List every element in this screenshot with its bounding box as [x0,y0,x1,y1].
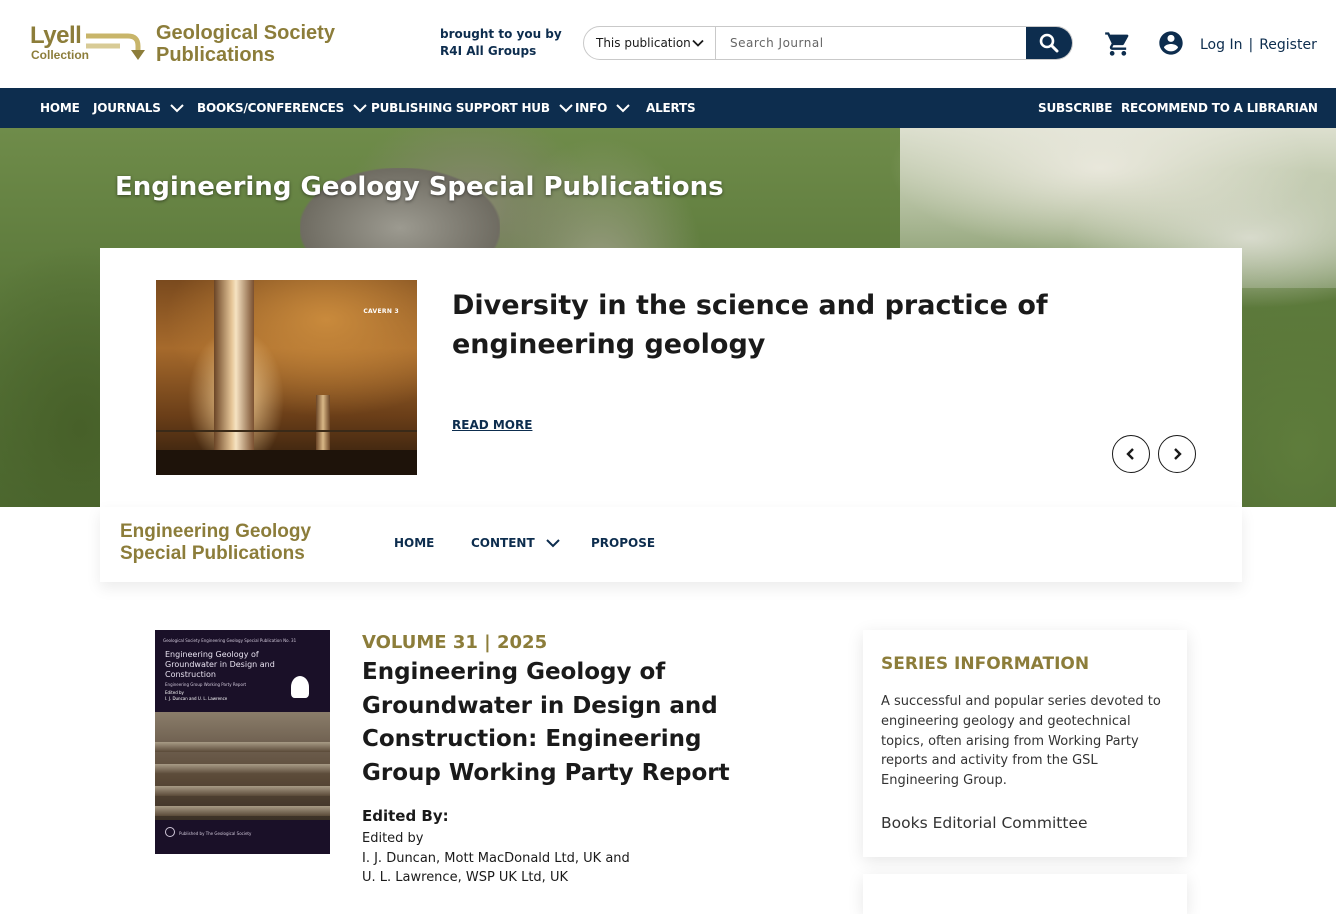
edited-by-details: Edited by I. J. Duncan, Mott MacDonald L… [362,829,630,888]
featured-article-image[interactable]: CAVERN 3 [156,280,417,475]
series-subnav: Engineering Geology Special Publications… [100,507,1242,582]
cover-editors: Edited by I. J. Duncan and U. L. Lawrenc… [165,690,227,702]
nav-publishing-support-hub[interactable]: PUBLISHING SUPPORT HUB [371,88,574,128]
hero-title: Engineering Geology Special Publications [115,172,724,202]
cover-pipe [155,742,330,752]
volume-title[interactable]: Engineering Geology of Groundwater in De… [362,656,782,790]
chevron-down-icon [353,104,367,113]
cart-icon[interactable] [1104,30,1132,58]
edited-line: Edited by [362,831,424,846]
cover-photo [155,712,330,820]
main-navbar: HOME JOURNALS BOOKS/CONFERENCES PUBLISHI… [0,88,1336,128]
chevron-left-icon [1126,448,1134,460]
series-information-card: SERIES INFORMATION A successful and popu… [863,630,1187,857]
chevron-down-icon [559,104,573,113]
auth-separator: | [1248,37,1254,53]
subnav-content-label: CONTENT [471,536,535,550]
nav-publishing-label: PUBLISHING SUPPORT HUB [371,101,550,115]
volume-cover-image[interactable]: Geological Society Engineering Geology S… [155,630,330,854]
chevron-down-icon [692,39,704,47]
nav-books-conferences[interactable]: BOOKS/CONFERENCES [197,88,368,128]
image-pillar-small [316,395,330,455]
nav-books-label: BOOKS/CONFERENCES [197,101,345,115]
nav-alerts-label: ALERTS [646,101,696,115]
search-icon [1039,33,1059,53]
subnav-content[interactable]: CONTENT [471,536,561,550]
search-bar: This publication [583,26,1073,60]
cover-subtitle: Engineering Group Working Party Report [165,682,247,687]
read-more-link[interactable]: READ MORE [452,418,532,432]
chevron-right-icon [1174,448,1182,460]
logo-gsp-line2: Publications [156,44,275,66]
image-pillar [214,280,254,460]
logo-gsp-text: Geological Society Publications [156,22,335,66]
chevron-down-icon [545,539,560,548]
cover-pipe [155,806,330,816]
edited-by-heading: Edited By: [362,807,449,825]
nav-alerts[interactable]: ALERTS [646,88,696,128]
search-button[interactable] [1026,27,1072,59]
logo-gsp-line1: Geological Society [156,22,335,44]
cover-pipe [155,786,330,796]
secondary-sidebar-card [863,874,1187,914]
nav-home-label: HOME [40,101,80,115]
register-link[interactable]: Register [1259,37,1317,53]
edited-line: U. L. Lawrence, WSP UK Ltd, UK [362,870,568,885]
subnav-propose-label: PROPOSE [591,536,656,550]
logo-arrow-icon [86,33,145,60]
search-input[interactable] [716,27,1026,59]
cover-title: Engineering Geology of Groundwater in De… [165,650,275,679]
brought-to-you-by: brought to you by R4I All Groups [440,26,562,60]
image-tag: CAVERN 3 [363,308,399,315]
featured-article-title[interactable]: Diversity in the science and practice of… [452,286,1052,364]
logo-lyell-text: Lyell [30,22,82,49]
nav-subscribe-label: SUBSCRIBE [1038,101,1113,115]
carousel-prev-button[interactable] [1112,435,1150,473]
subnav-home[interactable]: HOME [394,536,434,550]
subnav-home-label: HOME [394,536,435,550]
search-scope-label: This publication [596,36,691,50]
books-editorial-committee-link[interactable]: Books Editorial Committee [881,814,1088,832]
nav-info[interactable]: INFO [575,88,631,128]
top-header: Lyell Collection Geological Society Publ… [0,0,1336,88]
login-link[interactable]: Log In [1200,37,1242,53]
volume-label: VOLUME 31 | 2025 [362,632,548,653]
series-logo-line1: Engineering Geology [120,521,312,542]
cover-editors-names: I. J. Duncan and U. L. Lawrence [165,696,228,701]
chevron-down-icon [169,104,184,113]
series-logo[interactable]: Engineering Geology Special Publications [120,521,311,565]
nav-journals[interactable]: JOURNALS [93,88,185,128]
carousel-next-button[interactable] [1158,435,1196,473]
series-info-description: A successful and popular series devoted … [881,694,1161,789]
search-scope-select[interactable]: This publication [584,27,716,59]
brought-by-institution: R4I All Groups [440,44,537,58]
cover-pipe [155,764,330,774]
edited-line: I. J. Duncan, Mott MacDonald Ltd, UK and [362,850,630,866]
nav-subscribe[interactable]: SUBSCRIBE [1038,88,1112,128]
featured-article-card: CAVERN 3 Diversity in the science and pr… [100,248,1242,507]
nav-recommend-librarian[interactable]: RECOMMEND TO A LIBRARIAN [1121,88,1318,128]
cover-bust-icon [291,676,309,698]
nav-recommend-label: RECOMMEND TO A LIBRARIAN [1121,101,1318,115]
brought-by-label: brought to you by [440,27,562,41]
nav-home[interactable]: HOME [40,88,80,128]
subnav-propose[interactable]: PROPOSE [591,536,655,550]
series-info-heading: SERIES INFORMATION [881,654,1090,674]
series-logo-line2: Special Publications [120,543,305,564]
nav-journals-label: JOURNALS [93,101,161,115]
cover-seal-icon [165,827,175,837]
site-logo[interactable]: Lyell Collection Geological Society Publ… [30,20,340,70]
cover-series-line: Geological Society Engineering Geology S… [163,638,297,643]
user-account-icon[interactable] [1157,29,1185,57]
cover-publisher: Published by The Geological Society [179,831,252,836]
auth-links: Log In | Register [1200,37,1317,53]
image-floor [156,450,417,475]
image-railing [156,430,417,432]
nav-info-label: INFO [575,101,608,115]
chevron-down-icon [616,104,630,113]
